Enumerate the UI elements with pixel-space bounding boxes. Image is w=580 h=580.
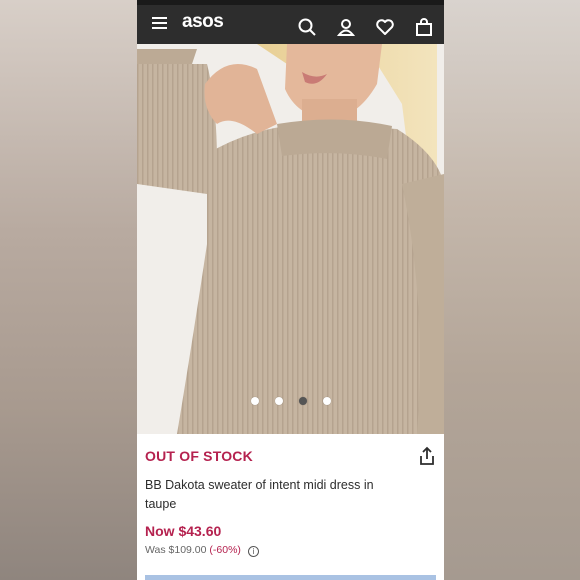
- discount-percent: (-60%): [209, 544, 241, 556]
- mobile-page: asos OUT OF STOCK BB Dakota sweater of i…: [137, 0, 444, 580]
- top-navigation-bar: asos: [137, 0, 444, 44]
- gallery-pagination: [137, 392, 444, 410]
- share-icon[interactable]: [418, 446, 436, 466]
- product-info: OUT OF STOCK BB Dakota sweater of intent…: [137, 434, 444, 580]
- previous-price-line: Was $109.00 (-60%) i: [145, 544, 259, 557]
- current-price: Now $43.60: [145, 523, 222, 539]
- gallery-dot[interactable]: [274, 397, 283, 405]
- product-image-gallery[interactable]: [137, 44, 444, 434]
- product-title: BB Dakota sweater of intent midi dress i…: [145, 478, 374, 511]
- heart-icon[interactable]: [375, 17, 395, 37]
- asos-logo[interactable]: asos: [182, 11, 224, 33]
- menu-icon[interactable]: [152, 17, 167, 30]
- gallery-dot[interactable]: [322, 397, 331, 405]
- gallery-dot[interactable]: [250, 397, 259, 405]
- was-price: Was $109.00: [145, 544, 207, 556]
- stock-status: OUT OF STOCK: [145, 448, 253, 464]
- product-photo: [137, 44, 444, 434]
- gallery-dot-active[interactable]: [298, 397, 307, 405]
- account-icon[interactable]: [336, 17, 356, 37]
- info-icon[interactable]: i: [247, 546, 259, 557]
- blurred-backdrop-right: [444, 0, 580, 580]
- bag-icon[interactable]: [414, 17, 434, 37]
- search-icon[interactable]: [297, 17, 317, 37]
- blurred-backdrop-left: [0, 0, 137, 580]
- add-to-bag-button[interactable]: [145, 575, 436, 580]
